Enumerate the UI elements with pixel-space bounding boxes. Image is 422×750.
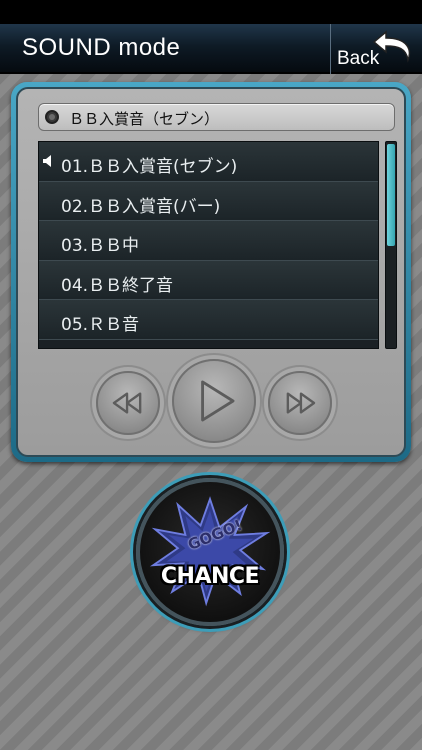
track-row[interactable]: 05.ＲＢ音	[39, 300, 378, 340]
fast-forward-icon	[286, 392, 316, 414]
fast-forward-button[interactable]	[268, 371, 332, 435]
now-playing-title: ＢＢ入賞音（セブン）	[69, 110, 220, 128]
play-button[interactable]	[172, 359, 256, 443]
back-button[interactable]: Back	[330, 24, 422, 74]
track-row[interactable]: 01.ＢＢ入賞音(セブン)	[39, 142, 378, 182]
track-row[interactable]: 04.ＢＢ終了音	[39, 260, 378, 300]
speaker-icon	[43, 155, 51, 167]
track-label: 02.ＢＢ入賞音(バー)	[61, 196, 221, 217]
track-label: 03.ＢＢ中	[61, 236, 140, 256]
player-inner: ＢＢ入賞音（セブン） 01.ＢＢ入賞音(セブン) 02.ＢＢ入賞音(バー) 03…	[16, 87, 406, 457]
app-header: SOUND mode Back	[0, 24, 422, 74]
play-icon	[201, 380, 235, 422]
scrollbar-thumb[interactable]	[387, 144, 395, 246]
track-label: 05.ＲＢ音	[61, 315, 140, 335]
back-arrow-icon	[372, 30, 411, 63]
sound-player-panel: ＢＢ入賞音（セブン） 01.ＢＢ入賞音(セブン) 02.ＢＢ入賞音(バー) 03…	[11, 82, 411, 462]
status-bar	[0, 0, 422, 24]
starburst-icon	[149, 496, 271, 607]
chance-label: CHANCE	[160, 564, 260, 589]
chance-button[interactable]: GOGO! CHANCE	[136, 478, 284, 626]
now-playing-indicator-icon	[45, 110, 59, 124]
rewind-button[interactable]	[96, 371, 160, 435]
track-label: 04.ＢＢ終了音	[61, 275, 174, 296]
track-list-scrollbar[interactable]	[385, 141, 397, 349]
rewind-icon	[112, 392, 142, 414]
now-playing-bar: ＢＢ入賞音（セブン）	[38, 103, 395, 131]
track-row[interactable]: 03.ＢＢ中	[39, 221, 378, 261]
page-title: SOUND mode	[22, 34, 181, 61]
track-row[interactable]: 02.ＢＢ入賞音(バー)	[39, 181, 378, 221]
track-label: 01.ＢＢ入賞音(セブン)	[61, 157, 238, 177]
track-list[interactable]: 01.ＢＢ入賞音(セブン) 02.ＢＢ入賞音(バー) 03.ＢＢ中 04.ＢＢ終…	[38, 141, 379, 349]
playback-controls	[18, 351, 404, 451]
